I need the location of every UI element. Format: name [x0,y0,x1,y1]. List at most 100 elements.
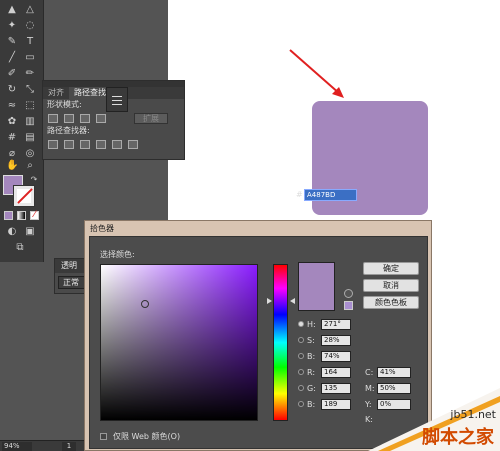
brightness-field-row: B: 74% [298,351,358,362]
web-only-checkbox[interactable] [100,433,107,440]
outline-button[interactable] [112,139,122,149]
tab-align[interactable]: 对齐 [43,87,69,99]
line-tool-icon[interactable]: ╱ [6,52,18,64]
cyan-field-row: C: 41% [365,367,425,378]
tools-panel: ▲ △ ✦ ◌ ✎ T ╱ ▭ ✐ ✏ ↻ ⤡ ≈ ⬚ ✿ ▥ # ▤ ⌀ ◎ … [0,0,44,262]
gradient-tool-icon[interactable]: ▤ [24,132,36,144]
pencil-tool-icon[interactable]: ✏ [24,68,36,80]
arrow-annotation [289,49,344,98]
brush-tool-icon[interactable]: ✐ [6,68,18,80]
hue-slider[interactable] [273,264,288,421]
eyedropper-icon[interactable]: ⌀ [6,148,18,160]
color-swatches-button[interactable]: 颜色色板 [363,296,419,309]
hue-input[interactable]: 271° [321,319,351,330]
minus-front-button[interactable] [64,113,74,123]
trim-button[interactable] [64,139,74,149]
saturation-input[interactable]: 28% [321,335,351,346]
selection-tool-icon[interactable]: ▲ [6,4,18,16]
divide-button[interactable] [48,139,58,149]
watermark-url: jb51.net [450,408,496,421]
blue-field-row: B: 189 [298,399,358,410]
type-tool-icon[interactable]: T [24,36,36,48]
saturation-label: S: [307,336,315,345]
hue-radio[interactable] [298,321,304,327]
mesh-tool-icon[interactable]: # [6,132,18,144]
graph-tool-icon[interactable]: ▥ [24,116,36,128]
stroke-color-swatch[interactable] [13,185,35,207]
web-safe-swatch[interactable] [344,301,353,310]
rectangle-tool-icon[interactable]: ▭ [24,52,36,64]
color-preview [298,262,335,311]
gradient-mode-icon[interactable] [17,211,26,220]
expand-button[interactable]: 扩展 [134,112,168,124]
green-input[interactable]: 135 [321,383,351,394]
hue-slider-handle-right[interactable] [290,298,295,304]
red-radio[interactable] [298,369,304,375]
rotate-tool-icon[interactable]: ↻ [6,84,18,96]
blend-tool-icon[interactable]: ◎ [24,148,36,160]
red-field-row: R: 164 [298,367,358,378]
saturation-radio[interactable] [298,337,304,343]
intersect-button[interactable] [80,113,90,123]
color-mode-icon[interactable] [4,211,13,220]
blue-input[interactable]: 189 [321,399,351,410]
cyan-input[interactable]: 41% [377,367,411,378]
unite-button[interactable] [48,113,58,123]
draw-mode-icon[interactable]: ◐ [6,226,18,238]
hue-field-row: H: 271° [298,319,358,330]
merge-button[interactable] [80,139,90,149]
cyan-label: C: [365,368,374,377]
menu-icon[interactable] [106,87,128,112]
red-input[interactable]: 164 [321,367,351,378]
hand-tool-icon[interactable]: ✋ [6,160,18,172]
blend-mode-select[interactable]: 正常 [58,276,85,289]
pen-tool-icon[interactable]: ✎ [6,36,18,48]
green-radio[interactable] [298,385,304,391]
pathfinder-panel: 对齐 路径查找器 形状模式: 扩展 路径查找器: [42,80,185,160]
swap-colors-icon[interactable]: ↷ [28,174,40,186]
hex-input[interactable]: A487BD [304,189,357,201]
crop-button[interactable] [96,139,106,149]
scale-tool-icon[interactable]: ⤡ [24,84,36,96]
web-only-option[interactable]: 仅限 Web 颜色(O) [100,431,180,442]
warp-tool-icon[interactable]: ≈ [6,100,18,112]
zoom-tool-icon[interactable]: ⌕ [24,160,36,172]
hue-slider-handle-left[interactable] [267,298,272,304]
color-field[interactable] [100,264,258,421]
pathfinders-label: 路径查找器: [47,126,90,135]
direct-selection-tool-icon[interactable]: △ [24,4,36,16]
dialog-title[interactable]: 拾色器 [85,221,431,236]
zoom-select[interactable]: 94% [2,442,32,451]
watermark-site-name: 脚本之家 [422,427,494,448]
green-label: G: [307,384,316,393]
saturation-field-row: S: 28% [298,335,358,346]
brightness-label: B: [307,352,316,361]
blue-label: B: [307,400,316,409]
brightness-radio[interactable] [298,353,304,359]
green-field-row: G: 135 [298,383,358,394]
artboard-number[interactable]: 1 [62,442,76,451]
hex-prefix: # [296,190,303,199]
gamut-warning-icon[interactable] [344,289,353,298]
exclude-button[interactable] [96,113,106,123]
screen-mode-icon[interactable]: ▣ [24,226,36,238]
symbol-tool-icon[interactable]: ✿ [6,116,18,128]
lasso-tool-icon[interactable]: ◌ [24,20,36,32]
minus-back-button[interactable] [128,139,138,149]
watermark-text: jb51.net 脚本之家 [368,388,500,451]
pathfinders-row [43,137,184,151]
cancel-button[interactable]: 取消 [363,279,419,292]
red-label: R: [307,368,316,377]
web-only-label: 仅限 Web 颜色(O) [113,432,181,441]
free-transform-tool-icon[interactable]: ⬚ [24,100,36,112]
none-mode-icon[interactable]: ⁄ [30,211,39,220]
select-color-label: 选择颜色: [100,250,135,259]
brightness-input[interactable]: 74% [321,351,351,362]
color-field-cursor[interactable] [141,300,149,308]
change-screen-mode-icon[interactable]: ⧉ [14,242,26,254]
shape-modes-row: 扩展 [43,111,184,125]
hue-label: H: [307,320,316,329]
magic-wand-tool-icon[interactable]: ✦ [6,20,18,32]
blue-radio[interactable] [298,401,304,407]
ok-button[interactable]: 确定 [363,262,419,275]
